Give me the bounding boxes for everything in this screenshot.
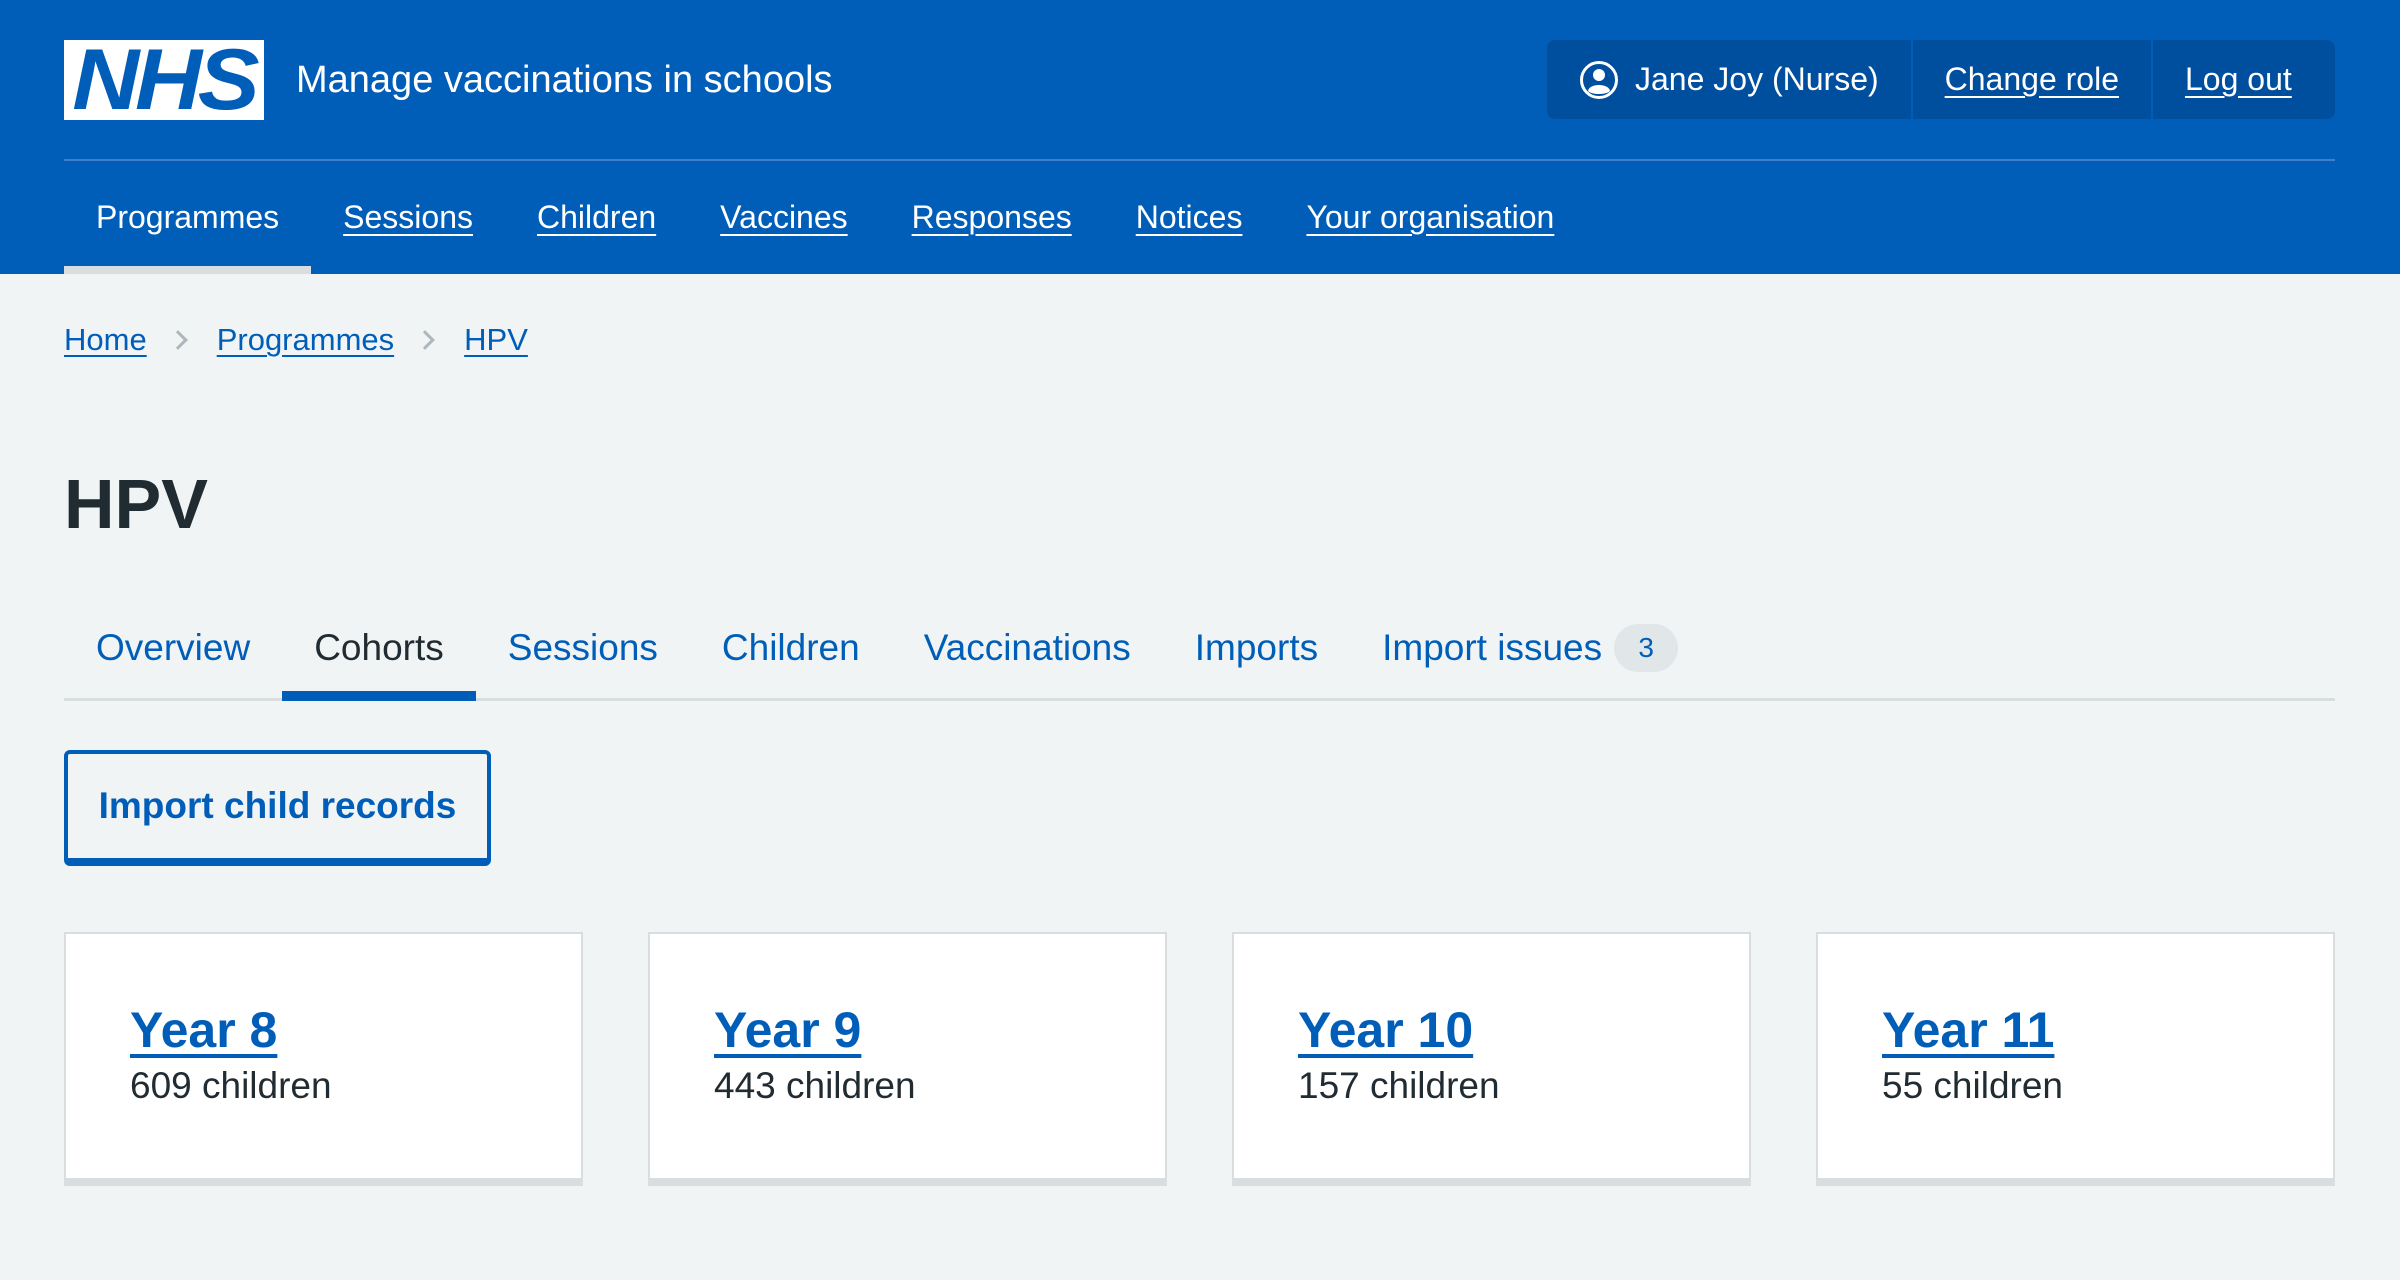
tab-cohorts[interactable]: Cohorts bbox=[282, 610, 476, 701]
chevron-right-icon bbox=[415, 330, 436, 350]
nhs-logo-text: NHS bbox=[72, 32, 259, 128]
nav-item-sessions[interactable]: Sessions bbox=[311, 161, 505, 274]
tab-label: Children bbox=[721, 627, 860, 668]
cohort-link-year-8[interactable]: Year 8 bbox=[130, 1000, 277, 1060]
cohort-card-year-11: Year 11 55 children bbox=[1816, 932, 2335, 1186]
cohort-count: 609 children bbox=[130, 1065, 332, 1106]
nav-item-your-organisation[interactable]: Your organisation bbox=[1274, 161, 1586, 274]
import-issues-count-badge: 3 bbox=[1614, 624, 1679, 672]
cohort-link-year-9[interactable]: Year 9 bbox=[714, 1000, 861, 1060]
tab-overview[interactable]: Overview bbox=[64, 610, 282, 698]
account-bar: Jane Joy (Nurse) Change role Log out bbox=[1547, 40, 2335, 119]
tab-label: Cohorts bbox=[314, 627, 444, 668]
breadcrumb-programmes[interactable]: Programmes bbox=[217, 322, 394, 358]
tab-children[interactable]: Children bbox=[690, 610, 892, 698]
cohort-cards: Year 8 609 children Year 9 443 children … bbox=[64, 932, 2335, 1186]
tab-import-issues[interactable]: Import issues 3 bbox=[1350, 610, 1710, 698]
nhs-logo[interactable]: NHS bbox=[64, 32, 264, 128]
nav-item-responses[interactable]: Responses bbox=[880, 161, 1104, 274]
cohort-link-year-10[interactable]: Year 10 bbox=[1298, 1000, 1473, 1060]
account-user: Jane Joy (Nurse) bbox=[1547, 40, 1911, 119]
chevron-right-icon bbox=[167, 330, 188, 350]
breadcrumb: Home Programmes HPV bbox=[64, 322, 528, 358]
log-out-link[interactable]: Log out bbox=[2150, 40, 2324, 119]
cohort-count: 55 children bbox=[1882, 1065, 2064, 1106]
tab-label: Overview bbox=[96, 627, 251, 668]
cohort-card-year-9: Year 9 443 children bbox=[648, 932, 1167, 1186]
tab-imports[interactable]: Imports bbox=[1163, 610, 1350, 698]
import-child-records-button[interactable]: Import child records bbox=[64, 750, 491, 866]
tab-sessions[interactable]: Sessions bbox=[476, 610, 690, 698]
page-title: HPV bbox=[64, 465, 208, 543]
breadcrumb-home[interactable]: Home bbox=[64, 322, 147, 358]
cohort-link-year-11[interactable]: Year 11 bbox=[1882, 1000, 2054, 1060]
tab-vaccinations[interactable]: Vaccinations bbox=[892, 610, 1163, 698]
nav-item-notices[interactable]: Notices bbox=[1104, 161, 1275, 274]
tab-label: Imports bbox=[1194, 627, 1319, 668]
account-user-name: Jane Joy (Nurse) bbox=[1635, 61, 1879, 97]
programme-tabs: Overview Cohorts Sessions Children Vacci… bbox=[64, 610, 2335, 701]
tab-label: Vaccinations bbox=[923, 627, 1131, 668]
cohort-card-year-8: Year 8 609 children bbox=[64, 932, 583, 1186]
primary-nav: Programmes Sessions Children Vaccines Re… bbox=[64, 161, 1586, 274]
cohort-card-year-10: Year 10 157 children bbox=[1232, 932, 1751, 1186]
cohort-count: 157 children bbox=[1298, 1065, 1500, 1106]
cohort-count: 443 children bbox=[714, 1065, 916, 1106]
breadcrumb-hpv[interactable]: HPV bbox=[464, 322, 528, 358]
nav-item-vaccines[interactable]: Vaccines bbox=[688, 161, 879, 274]
user-circle-icon bbox=[1580, 60, 1618, 99]
nav-item-children[interactable]: Children bbox=[505, 161, 688, 274]
site-header: NHS Manage vaccinations in schools Jane … bbox=[0, 0, 2400, 274]
change-role-link[interactable]: Change role bbox=[1910, 40, 2151, 119]
nav-item-programmes[interactable]: Programmes bbox=[64, 161, 312, 274]
service-name[interactable]: Manage vaccinations in schools bbox=[296, 56, 833, 104]
tab-label: Sessions bbox=[507, 627, 658, 668]
tab-label: Import issues bbox=[1382, 627, 1603, 668]
